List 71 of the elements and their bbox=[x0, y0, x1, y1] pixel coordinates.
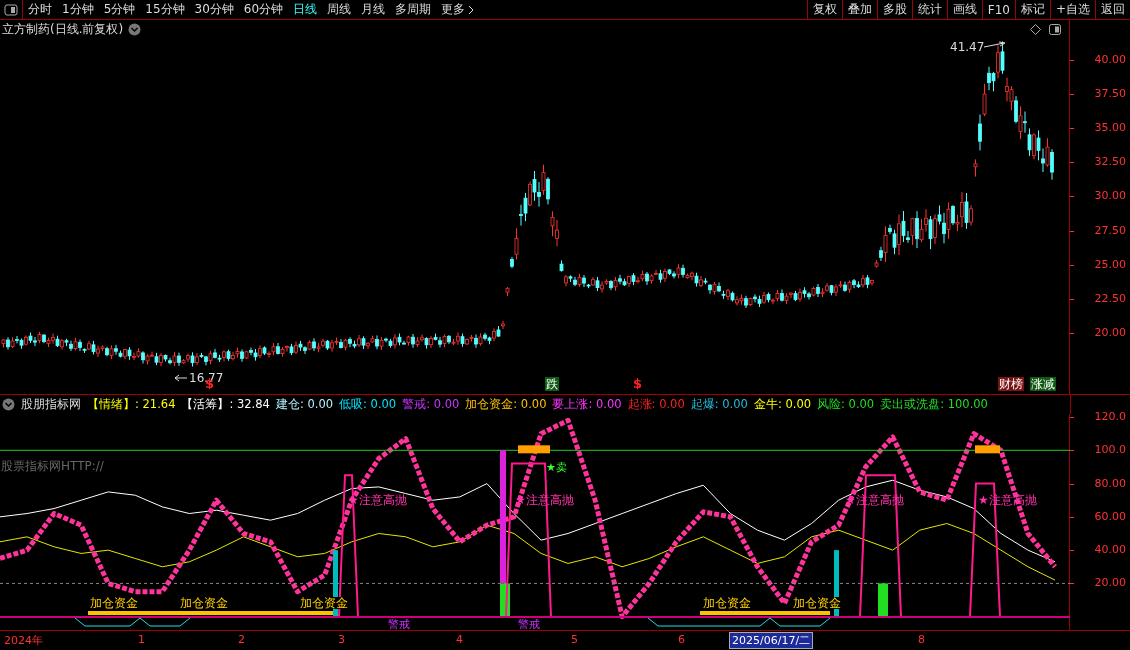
period-tab[interactable]: 5分钟 bbox=[98, 0, 141, 19]
indicator-axis-label: 120.0 bbox=[1094, 410, 1126, 424]
overlay-text: 股票指标网HTTP:// bbox=[1, 460, 104, 472]
indicator-name: 股朋指标网 bbox=[21, 396, 81, 413]
high-price-label: 41.47 bbox=[950, 41, 985, 53]
indicator-value: 【活筹】: 32.84 bbox=[181, 397, 270, 412]
chart-title: 立方制药(日线.前复权) bbox=[2, 20, 124, 38]
indicator-annotation: 加仓资金 bbox=[90, 597, 138, 609]
indicator-value: 警戒: 0.00 bbox=[402, 397, 460, 412]
indicator-axis-label: 80.00 bbox=[1094, 476, 1126, 490]
price-axis-label: 25.00 bbox=[1094, 257, 1126, 271]
period-tab[interactable]: 月线 bbox=[356, 0, 391, 19]
price-axis-label: 27.50 bbox=[1094, 223, 1126, 237]
indicator-value: 起涨: 0.00 bbox=[627, 397, 685, 412]
period-tab[interactable]: 分时 bbox=[23, 0, 57, 19]
indicator-value: 卖出或洗盘: 100.00 bbox=[880, 397, 988, 412]
chevron-down-icon[interactable] bbox=[128, 22, 142, 36]
signal-mark: $ bbox=[633, 377, 643, 390]
signal-tag: 财榜 bbox=[998, 377, 1024, 391]
indicator-value: 建仓: 0.00 bbox=[275, 397, 334, 412]
indicator-annotation: ★卖 bbox=[546, 462, 567, 473]
indicator-annotation: 加仓资金 bbox=[703, 597, 751, 609]
chevron-down-icon[interactable] bbox=[2, 398, 15, 411]
signal-tag: 涨减 bbox=[1030, 377, 1056, 391]
arrow-icon bbox=[983, 41, 1007, 49]
date-axis-label: 2025/06/17/二 bbox=[730, 633, 813, 648]
panel-toggle-icon[interactable] bbox=[4, 3, 18, 16]
indicator-annotation: 加仓资金 bbox=[793, 597, 841, 609]
diamond-icon[interactable] bbox=[1030, 23, 1041, 35]
indicator-value: 金牛: 0.00 bbox=[753, 397, 812, 412]
indicator-annotation: 加仓资金 bbox=[180, 597, 228, 609]
price-axis-label: 32.50 bbox=[1094, 155, 1126, 169]
period-tab[interactable]: 周线 bbox=[322, 0, 357, 19]
price-axis-label: 37.50 bbox=[1094, 87, 1126, 101]
indicator-value: 加仓资金: 0.00 bbox=[465, 397, 547, 412]
period-tab[interactable]: 15分钟 bbox=[140, 0, 190, 19]
more-menu[interactable]: 更多 bbox=[436, 0, 480, 19]
chevron-right-icon bbox=[468, 4, 475, 15]
indicator-value: 风险: 0.00 bbox=[817, 397, 875, 412]
price-axis-label: 40.00 bbox=[1094, 53, 1126, 66]
date-axis-label: 8 bbox=[917, 633, 926, 646]
period-tab[interactable]: 1分钟 bbox=[57, 0, 99, 19]
panel-toggle-icon[interactable] bbox=[1049, 23, 1061, 35]
price-axis-label: 22.50 bbox=[1094, 291, 1126, 305]
period-tab[interactable]: 60分钟 bbox=[238, 0, 289, 19]
date-axis-label: 6 bbox=[677, 633, 686, 646]
period-tab[interactable]: 多周期 bbox=[390, 0, 437, 19]
date-axis-label: 2024年 bbox=[3, 633, 44, 648]
price-axis-label: 20.00 bbox=[1094, 325, 1126, 339]
date-axis-label: 4 bbox=[455, 633, 464, 646]
arrow-icon bbox=[174, 374, 188, 382]
date-axis-label: 2 bbox=[237, 633, 246, 646]
indicator-axis-label: 60.00 bbox=[1094, 509, 1126, 523]
indicator-axis-label: 100.0 bbox=[1094, 443, 1126, 457]
indicator-annotation: 加仓资金 bbox=[300, 597, 348, 609]
indicator-value: 起爆: 0.00 bbox=[690, 397, 748, 412]
indicator-annotation: 警戒 bbox=[518, 619, 540, 630]
period-tab[interactable]: 日线 bbox=[288, 0, 323, 19]
date-axis-label: 3 bbox=[337, 633, 346, 646]
indicator-axis-label: 40.00 bbox=[1094, 543, 1126, 557]
price-axis-label: 35.00 bbox=[1094, 121, 1126, 135]
indicator-annotation: 警戒 bbox=[388, 619, 410, 630]
date-axis-label: 5 bbox=[570, 633, 579, 646]
indicator-value: 低吸: 0.00 bbox=[339, 397, 397, 412]
indicator-value: 要上涨: 0.00 bbox=[552, 397, 622, 412]
date-axis-label: 1 bbox=[137, 633, 146, 646]
price-axis-label: 30.00 bbox=[1094, 189, 1126, 203]
signal-tag: 跌 bbox=[545, 377, 559, 391]
indicator-axis-label: 20.00 bbox=[1094, 576, 1126, 590]
period-tab[interactable]: 30分钟 bbox=[189, 0, 239, 19]
indicator-value: 【情绪】: 21.64 bbox=[87, 397, 176, 412]
